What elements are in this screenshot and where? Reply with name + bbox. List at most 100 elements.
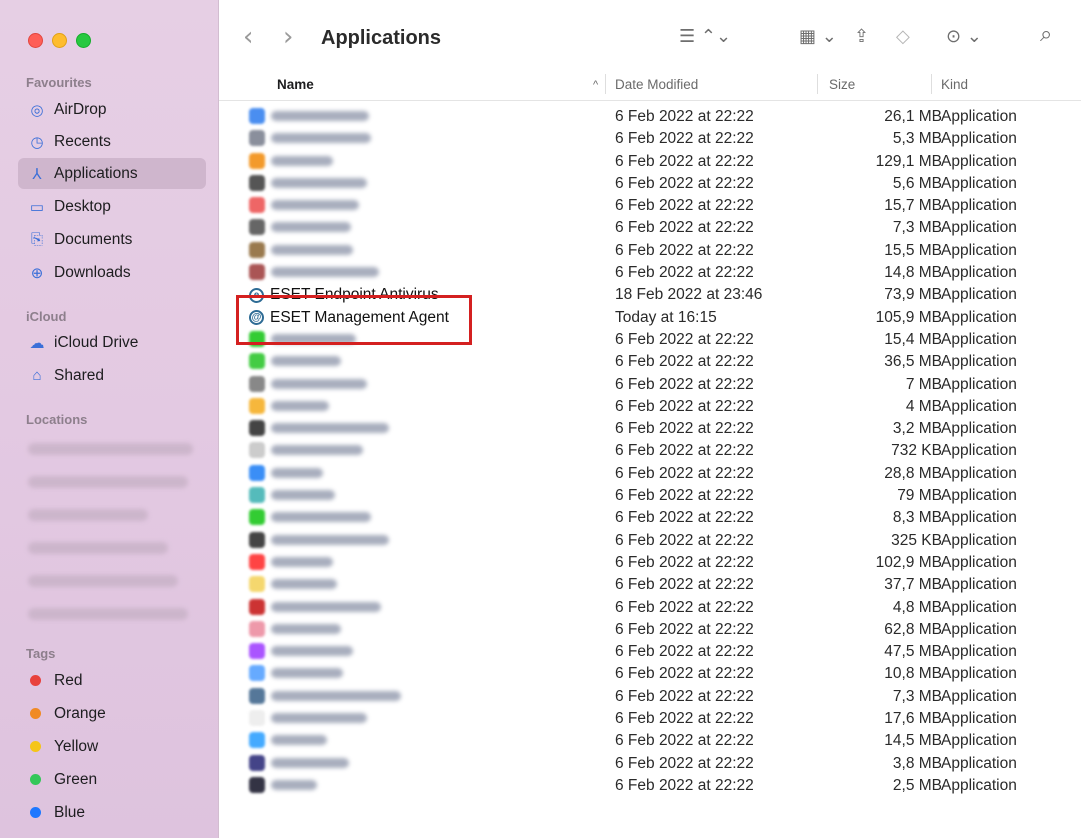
- chevron-right-icon[interactable]: ›: [283, 22, 293, 52]
- blurred-file-name[interactable]: [271, 713, 367, 724]
- blurred-file-name[interactable]: [271, 111, 369, 121]
- blurred-file-name[interactable]: [271, 423, 389, 434]
- file-name-cell: [249, 375, 367, 392]
- table-row[interactable]: 6 Feb 2022 at 22:22 36,5 MB Application: [219, 350, 1081, 372]
- column-name-header[interactable]: Name: [277, 77, 314, 92]
- table-row[interactable]: 6 Feb 2022 at 22:22 7 MB Application: [219, 373, 1081, 395]
- sidebar-item-downloads[interactable]: ⊕ Downloads: [18, 257, 206, 288]
- blurred-file-name[interactable]: [271, 623, 341, 634]
- sidebar-item-shared[interactable]: ⌂ Shared: [18, 360, 206, 391]
- blurred-file-name[interactable]: [271, 579, 337, 590]
- blurred-file-name[interactable]: [271, 222, 351, 233]
- location-item[interactable]: [28, 542, 168, 554]
- table-row[interactable]: 6 Feb 2022 at 22:22 3,2 MB Application: [219, 417, 1081, 439]
- sidebar-item-icloud-drive[interactable]: ☁ iCloud Drive: [18, 327, 206, 358]
- table-row[interactable]: 6 Feb 2022 at 22:22 79 MB Application: [219, 484, 1081, 506]
- table-row[interactable]: 6 Feb 2022 at 22:22 47,5 MB Application: [219, 640, 1081, 662]
- table-row[interactable]: 6 Feb 2022 at 22:22 62,8 MB Application: [219, 618, 1081, 640]
- close-window-button[interactable]: [28, 33, 43, 48]
- location-item[interactable]: [28, 476, 188, 488]
- kind-cell: Application: [941, 442, 1017, 460]
- column-size-header[interactable]: Size: [829, 77, 855, 92]
- group-by-icon[interactable]: ▦ ⌄: [799, 26, 837, 47]
- column-divider[interactable]: [931, 74, 932, 94]
- table-row[interactable]: 6 Feb 2022 at 22:22 129,1 MB Application: [219, 150, 1081, 172]
- tag-icon[interactable]: ◇: [896, 26, 910, 47]
- table-row[interactable]: 6 Feb 2022 at 22:22 37,7 MB Application: [219, 573, 1081, 595]
- sidebar-tag-yellow[interactable]: Yellow: [18, 731, 206, 762]
- table-row[interactable]: 6 Feb 2022 at 22:22 325 KB Application: [219, 529, 1081, 551]
- table-row[interactable]: 6 Feb 2022 at 22:22 17,6 MB Application: [219, 707, 1081, 729]
- blurred-file-name[interactable]: [271, 646, 353, 657]
- blurred-file-name[interactable]: [271, 467, 323, 478]
- blurred-file-name[interactable]: [271, 244, 353, 255]
- table-row[interactable]: 6 Feb 2022 at 22:22 5,6 MB Application: [219, 172, 1081, 194]
- blurred-file-name[interactable]: [271, 200, 359, 211]
- table-row[interactable]: 6 Feb 2022 at 22:22 15,7 MB Application: [219, 194, 1081, 216]
- location-item[interactable]: [28, 608, 188, 620]
- blurred-file-name[interactable]: [271, 757, 349, 768]
- sidebar-item-recents[interactable]: ◷ Recents: [18, 126, 206, 157]
- blurred-file-name[interactable]: [271, 177, 367, 188]
- column-divider[interactable]: [817, 74, 818, 94]
- table-row[interactable]: 6 Feb 2022 at 22:22 14,5 MB Application: [219, 729, 1081, 751]
- list-view-icon[interactable]: ☰ ⌃⌄: [679, 26, 731, 47]
- blurred-file-name[interactable]: [271, 534, 389, 545]
- blurred-file-name[interactable]: [271, 155, 333, 166]
- sidebar-item-desktop[interactable]: ▭ Desktop: [18, 191, 206, 222]
- sidebar-item-documents[interactable]: ⎘ Documents: [18, 224, 206, 255]
- blurred-file-name[interactable]: [271, 690, 401, 701]
- sidebar-item-airdrop[interactable]: ◎ AirDrop: [18, 94, 206, 125]
- kind-cell: Application: [941, 308, 1017, 326]
- file-name-cell: [249, 420, 389, 437]
- table-row[interactable]: 6 Feb 2022 at 22:22 5,3 MB Application: [219, 127, 1081, 149]
- blurred-file-name[interactable]: [271, 601, 381, 612]
- blurred-file-name[interactable]: [271, 356, 341, 367]
- column-kind-header[interactable]: Kind: [941, 77, 968, 92]
- blurred-file-name[interactable]: [271, 668, 343, 679]
- location-item[interactable]: [28, 575, 178, 587]
- blurred-file-name[interactable]: [271, 490, 335, 501]
- sidebar-tag-green[interactable]: Green: [18, 764, 206, 795]
- more-actions-icon[interactable]: ⊙ ⌄: [946, 26, 982, 47]
- table-row[interactable]: 6 Feb 2022 at 22:22 10,8 MB Application: [219, 662, 1081, 684]
- location-item[interactable]: [28, 443, 193, 455]
- blurred-file-name[interactable]: [271, 400, 329, 411]
- table-row[interactable]: 6 Feb 2022 at 22:22 3,8 MB Application: [219, 752, 1081, 774]
- table-row[interactable]: 6 Feb 2022 at 22:22 7,3 MB Application: [219, 216, 1081, 238]
- size-cell: 4 MB: [905, 397, 942, 415]
- blurred-file-name[interactable]: [271, 378, 367, 389]
- zoom-window-button[interactable]: [76, 33, 91, 48]
- sidebar-tag-blue[interactable]: Blue: [18, 797, 206, 828]
- sidebar-item-applications[interactable]: ⅄ Applications: [18, 158, 206, 189]
- blurred-file-name[interactable]: [271, 512, 371, 523]
- blurred-file-name[interactable]: [271, 779, 317, 790]
- blurred-file-name[interactable]: [271, 556, 333, 567]
- sidebar-tag-orange[interactable]: Orange: [18, 698, 206, 729]
- blurred-file-name[interactable]: [271, 445, 363, 456]
- column-date-header[interactable]: Date Modified: [615, 77, 698, 92]
- blurred-file-name[interactable]: [271, 133, 371, 144]
- column-divider[interactable]: [605, 74, 606, 94]
- table-row[interactable]: 6 Feb 2022 at 22:22 102,9 MB Application: [219, 551, 1081, 573]
- sidebar-tag-red[interactable]: Red: [18, 665, 206, 696]
- table-row[interactable]: 6 Feb 2022 at 22:22 15,5 MB Application: [219, 239, 1081, 261]
- table-row[interactable]: 6 Feb 2022 at 22:22 7,3 MB Application: [219, 685, 1081, 707]
- share-icon[interactable]: ⇪: [854, 26, 869, 47]
- table-row[interactable]: 6 Feb 2022 at 22:22 2,5 MB Application: [219, 774, 1081, 796]
- app-icon: [249, 397, 265, 414]
- minimize-window-button[interactable]: [52, 33, 67, 48]
- table-row[interactable]: 6 Feb 2022 at 22:22 732 KB Application: [219, 439, 1081, 461]
- table-row[interactable]: 6 Feb 2022 at 22:22 26,1 MB Application: [219, 105, 1081, 127]
- table-row[interactable]: 6 Feb 2022 at 22:22 8,3 MB Application: [219, 506, 1081, 528]
- blurred-file-name[interactable]: [271, 735, 327, 746]
- sort-ascending-icon[interactable]: ^: [593, 79, 598, 91]
- table-row[interactable]: 6 Feb 2022 at 22:22 28,8 MB Application: [219, 462, 1081, 484]
- blurred-file-name[interactable]: [271, 267, 379, 278]
- location-item[interactable]: [28, 509, 148, 521]
- table-row[interactable]: 6 Feb 2022 at 22:22 4,8 MB Application: [219, 596, 1081, 618]
- table-row[interactable]: 6 Feb 2022 at 22:22 4 MB Application: [219, 395, 1081, 417]
- chevron-left-icon[interactable]: ‹: [243, 22, 253, 52]
- table-row[interactable]: 6 Feb 2022 at 22:22 14,8 MB Application: [219, 261, 1081, 283]
- search-icon[interactable]: ⌕: [1040, 22, 1052, 47]
